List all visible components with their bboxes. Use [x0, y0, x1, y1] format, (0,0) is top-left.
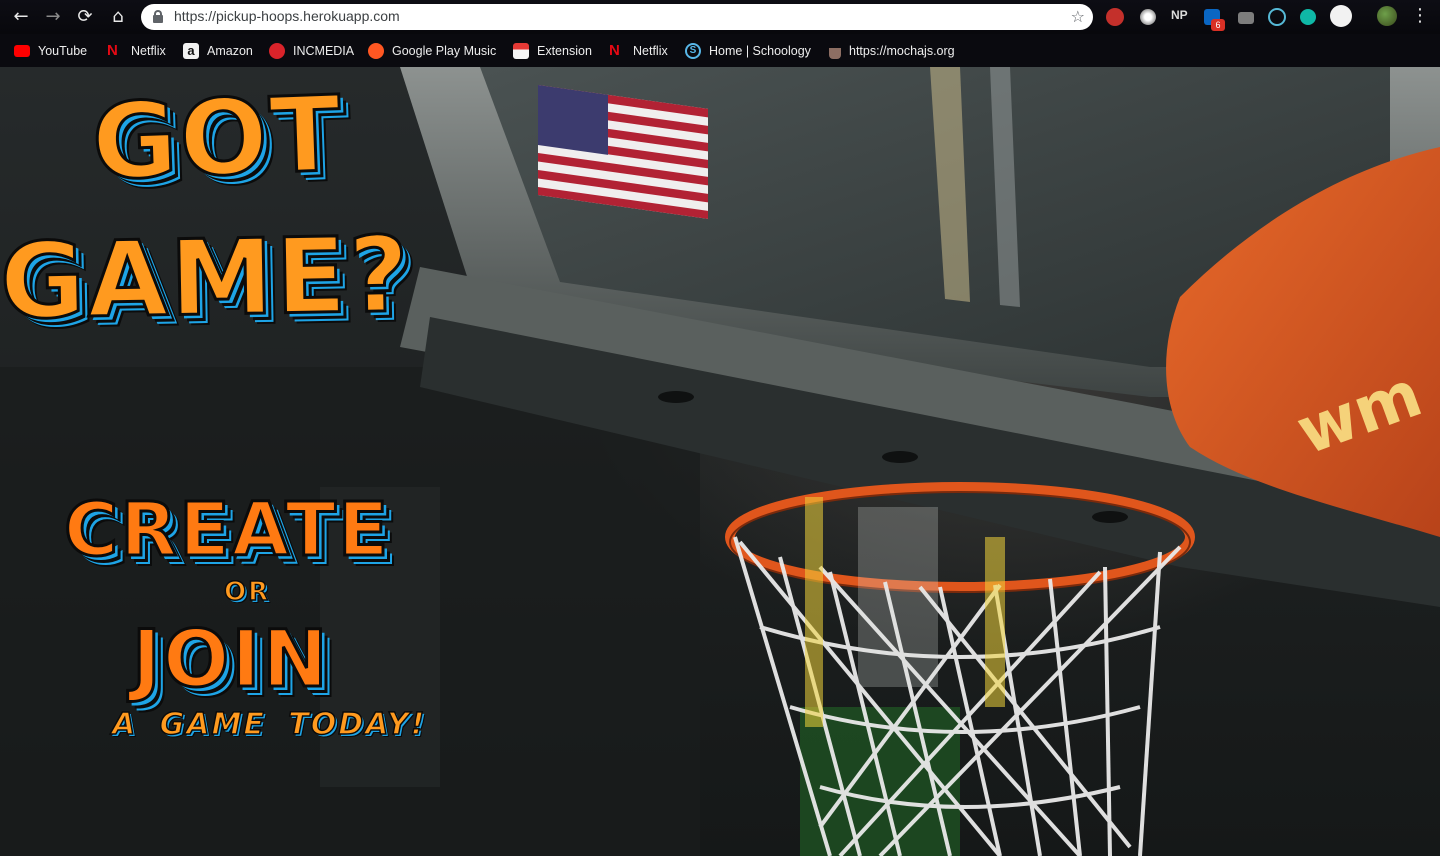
forward-icon[interactable]: →: [41, 5, 65, 29]
bookmark-label: INCMEDIA: [293, 44, 355, 58]
join-game-link[interactable]: JOIN: [131, 614, 330, 707]
landing-page: wm GOT GAME? CREATE OR JOIN A GAME TODAY…: [0, 67, 1440, 856]
extension-shield-icon[interactable]: [1106, 8, 1124, 26]
extension-tool-icon[interactable]: [1238, 12, 1254, 24]
bookmark-youtube[interactable]: YouTube: [14, 41, 87, 61]
incmedia-icon: [269, 43, 285, 59]
notification-badge: 6: [1211, 19, 1225, 31]
netflix-icon: N: [107, 42, 118, 59]
extension-white-circle-icon[interactable]: [1330, 5, 1352, 27]
play-music-icon: [368, 43, 384, 59]
profile-avatar[interactable]: [1377, 6, 1397, 26]
browser-menu-icon[interactable]: ⋮: [1411, 5, 1429, 26]
bookmark-netflix[interactable]: N Netflix: [107, 41, 166, 61]
bookmark-incmedia[interactable]: INCMEDIA: [269, 41, 354, 61]
netflix-icon: N: [609, 42, 620, 59]
react-devtools-icon[interactable]: [1268, 8, 1286, 26]
bookmark-google-play-music[interactable]: Google Play Music: [368, 41, 496, 61]
youtube-icon: [14, 45, 30, 57]
bookmark-star-icon[interactable]: ☆: [1071, 7, 1085, 26]
extension-m-icon[interactable]: [1300, 9, 1316, 25]
back-icon[interactable]: ←: [9, 5, 33, 29]
np-extension-icon[interactable]: NP: [1171, 8, 1188, 22]
bookmark-label: Netflix: [633, 44, 668, 58]
headline-game: GAME?: [0, 212, 413, 344]
bookmark-extension[interactable]: Extension: [513, 41, 592, 61]
extension-icon: [513, 43, 529, 59]
or-text: OR: [223, 576, 271, 608]
create-game-link[interactable]: CREATE: [62, 486, 390, 575]
address-bar[interactable]: https://pickup-hoops.herokuapp.com ☆: [141, 4, 1093, 30]
lock-icon: [153, 10, 163, 23]
bookmark-label: https://mochajs.org: [849, 44, 955, 58]
reload-icon[interactable]: ⟳: [73, 5, 97, 29]
bookmark-mochajs[interactable]: https://mochajs.org: [829, 41, 955, 61]
home-icon[interactable]: ⌂: [106, 5, 130, 29]
url-text[interactable]: https://pickup-hoops.herokuapp.com: [174, 8, 400, 24]
tagline-text: A GAME TODAY!: [111, 706, 427, 743]
bookmark-label: Netflix: [131, 44, 166, 58]
schoology-icon: S: [685, 43, 701, 59]
bookmark-schoology[interactable]: S Home | Schoology: [685, 41, 811, 61]
bookmark-label: Amazon: [207, 44, 253, 58]
extension-circle-icon[interactable]: [1140, 9, 1156, 25]
bookmarks-bar: YouTube N Netflix a Amazon INCMEDIA Goog…: [0, 34, 1440, 67]
amazon-icon: a: [183, 43, 199, 59]
bookmark-label: Home | Schoology: [709, 44, 811, 58]
bookmark-amazon[interactable]: a Amazon: [183, 41, 253, 61]
bookmark-label: Google Play Music: [392, 44, 497, 58]
bookmark-netflix-2[interactable]: N Netflix: [609, 41, 668, 61]
bookmark-label: YouTube: [38, 44, 88, 58]
mocha-icon: [829, 43, 841, 59]
headline-got: GOT: [88, 71, 346, 205]
browser-toolbar: ← → ⟳ ⌂ https://pickup-hoops.herokuapp.c…: [0, 0, 1440, 34]
bookmark-label: Extension: [537, 44, 592, 58]
